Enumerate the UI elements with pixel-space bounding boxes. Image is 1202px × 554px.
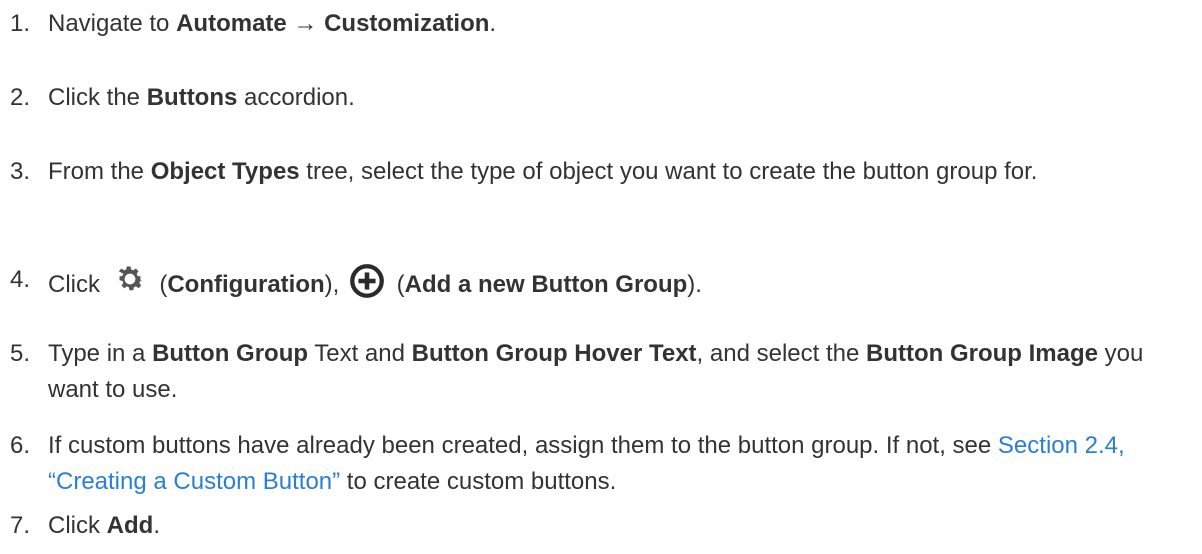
step-3: 3. From the Object Types tree, select th…: [10, 154, 1194, 190]
button-group-text-label: Button Group: [152, 340, 309, 367]
step-6: 6. If custom buttons have already been c…: [10, 428, 1194, 495]
step-number: 7.: [10, 512, 31, 539]
step-5: 5. Type in a Button Group Text and Butto…: [10, 336, 1194, 403]
add-button-group-label: Add a new Button Group: [404, 271, 688, 298]
step-text: Type in a Button Group Text and Button G…: [48, 340, 1144, 403]
buttons-accordion-label: Buttons: [146, 84, 238, 111]
step-text: Click Add.: [48, 512, 160, 539]
step-2: 2. Click the Buttons accordion.: [10, 80, 1194, 116]
step-text: From the Object Types tree, select the t…: [48, 158, 1038, 185]
step-number: 1.: [10, 10, 31, 37]
step-number: 3.: [10, 158, 31, 185]
menu-customization: Customization: [324, 10, 490, 37]
step-text: Click (Configuration), (Add a new Button…: [48, 262, 1194, 303]
step-4: 4. Click (Configuration), (Add a new But…: [10, 262, 1194, 298]
add-label: Add: [106, 512, 154, 539]
menu-automate: Automate: [176, 10, 287, 37]
step-text: Navigate to Automate → Customization.: [48, 10, 497, 37]
step-number: 6.: [10, 432, 31, 459]
step-1: 1. Navigate to Automate → Customization.: [10, 6, 1194, 42]
plus-circle-icon: [350, 264, 384, 298]
button-group-image-label: Button Group Image: [866, 340, 1098, 367]
step-number: 4.: [10, 266, 31, 293]
step-number: 5.: [10, 340, 31, 367]
step-text: If custom buttons have already been crea…: [48, 432, 1125, 495]
step-text: Click the Buttons accordion.: [48, 84, 355, 111]
gear-icon: [118, 266, 143, 291]
button-group-hover-text-label: Button Group Hover Text: [411, 340, 697, 367]
object-types-label: Object Types: [150, 158, 300, 185]
procedure-steps: 1. Navigate to Automate → Customization.…: [0, 0, 1202, 554]
configuration-label: Configuration: [167, 271, 325, 298]
step-7: 7. Click Add.: [10, 508, 1194, 544]
step-number: 2.: [10, 84, 31, 111]
